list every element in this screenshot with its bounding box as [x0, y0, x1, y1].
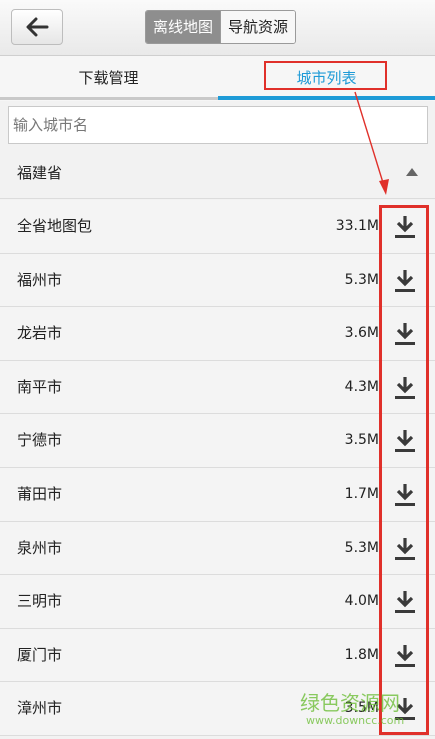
city-size: 5.3M — [344, 539, 379, 556]
city-size: 5.3M — [344, 271, 379, 288]
city-name: 厦门市 — [17, 645, 63, 664]
watermark: 绿色资源网 www.downcc.com — [300, 687, 425, 733]
top-bar: 离线地图 导航资源 — [0, 0, 435, 56]
list-item[interactable]: 全省地图包 33.1M — [0, 200, 435, 254]
province-label: 福建省 — [17, 164, 63, 182]
city-list: 全省地图包 33.1M 福州市 5.3M 龙岩市 3.6M 南平市 4.3M 宁… — [0, 200, 435, 736]
list-item[interactable]: 三明市 4.0M — [0, 575, 435, 629]
collapse-caret-icon[interactable] — [406, 168, 418, 176]
city-name: 全省地图包 — [17, 217, 93, 235]
list-item[interactable]: 宁德市 3.5M — [0, 414, 435, 468]
city-name: 三明市 — [17, 592, 63, 611]
list-item[interactable]: 泉州市 5.3M — [0, 521, 435, 576]
city-name: 南平市 — [17, 377, 63, 396]
list-item[interactable]: 莆田市 1.7M — [0, 467, 435, 522]
annotation-highlight-downloads — [379, 205, 429, 735]
arrow-left-icon — [26, 17, 49, 37]
tab-underline-inactive — [0, 97, 218, 100]
province-header[interactable]: 福建省 — [0, 148, 435, 199]
city-size: 3.6M — [344, 325, 379, 342]
watermark-url: www.downcc.com — [306, 714, 405, 727]
segment-offline-map[interactable]: 离线地图 — [146, 11, 221, 43]
city-name: 漳州市 — [17, 699, 63, 718]
list-item[interactable]: 厦门市 1.8M — [0, 628, 435, 683]
tab-underline-active — [218, 96, 435, 100]
list-item[interactable]: 福州市 5.3M — [0, 253, 435, 308]
city-name: 泉州市 — [17, 538, 63, 557]
list-item[interactable]: 龙岩市 3.6M — [0, 307, 435, 361]
watermark-title: 绿色资源网 — [300, 691, 400, 715]
city-name: 龙岩市 — [17, 324, 63, 343]
tab-download-manager[interactable]: 下载管理 — [0, 56, 217, 101]
city-size: 4.0M — [344, 593, 379, 610]
city-size: 1.8M — [344, 646, 379, 663]
segment-nav-resources[interactable]: 导航资源 — [220, 11, 296, 43]
list-item[interactable]: 南平市 4.3M — [0, 360, 435, 415]
city-size: 1.7M — [344, 485, 379, 502]
city-size: 33.1M — [335, 218, 379, 234]
city-name: 宁德市 — [17, 431, 63, 450]
city-name: 莆田市 — [17, 484, 63, 503]
back-button[interactable] — [11, 9, 63, 45]
city-name: 福州市 — [17, 270, 63, 289]
city-size: 4.3M — [344, 378, 379, 395]
city-size: 3.5M — [344, 432, 379, 449]
mode-segmented-control: 离线地图 导航资源 — [145, 10, 297, 44]
annotation-highlight-tab — [264, 61, 387, 90]
city-search-input[interactable] — [8, 106, 428, 144]
